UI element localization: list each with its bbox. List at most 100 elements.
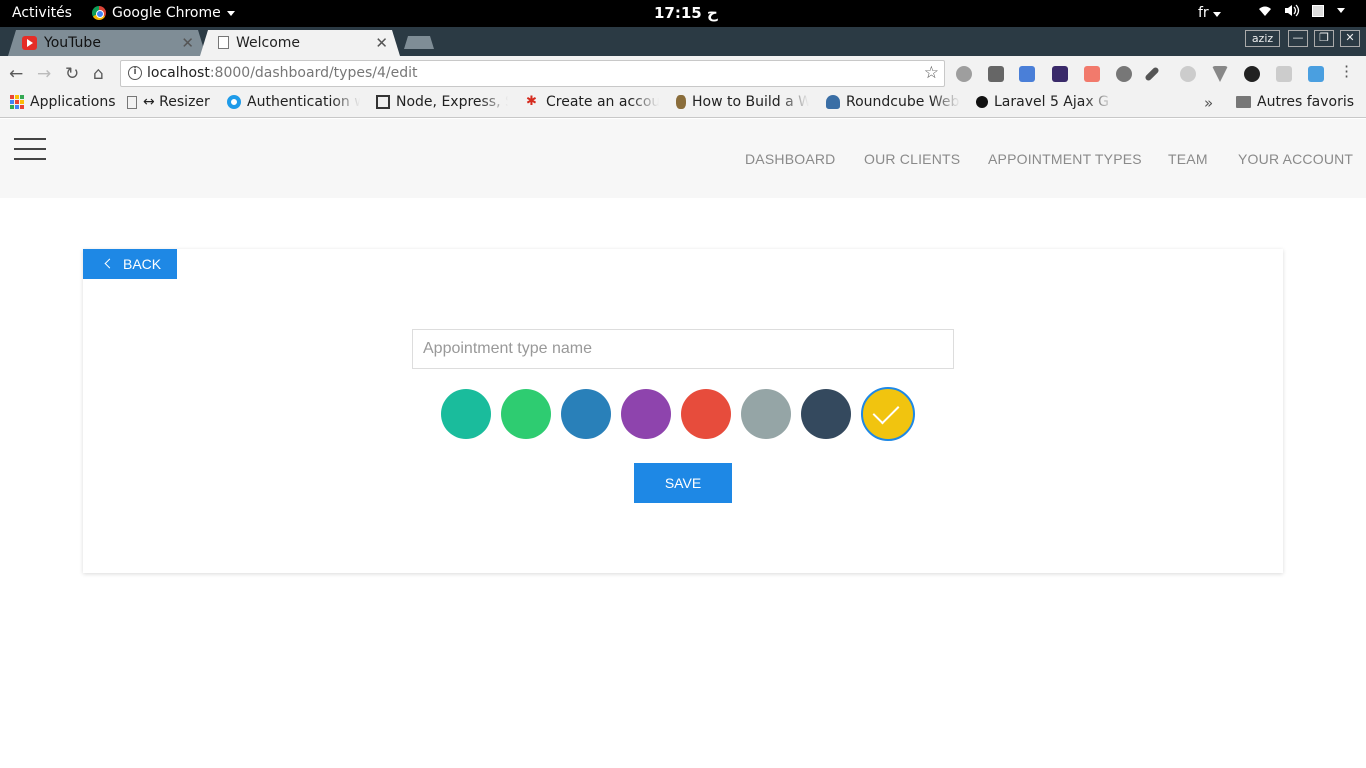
reload-icon[interactable]: ↻ — [65, 64, 79, 84]
recycle-icon[interactable] — [988, 66, 1004, 82]
activities-button[interactable]: Activités — [12, 5, 72, 21]
home-icon[interactable]: ⌂ — [93, 64, 104, 84]
page-icon — [218, 36, 229, 49]
chrome-menu-icon[interactable]: · · · — [1344, 59, 1349, 85]
folder-icon — [1236, 96, 1251, 108]
bookmark-roundcube[interactable]: Roundcube Webm — [826, 94, 960, 110]
url-path: :8000/dashboard/types/4/edit — [209, 65, 418, 81]
minimize-button[interactable]: — — [1288, 30, 1308, 47]
checkmark-icon — [872, 397, 900, 425]
adblock-icon[interactable] — [956, 66, 972, 82]
play-icon — [976, 96, 988, 108]
volume-icon — [1285, 4, 1300, 17]
color-swatch-yellow[interactable] — [861, 387, 915, 441]
bookmark-label: Applications — [30, 94, 116, 110]
color-swatch-blue[interactable] — [561, 389, 611, 439]
bookmark-star-icon[interactable]: ☆ — [924, 63, 939, 83]
tab-welcome[interactable]: Welcome ✕ — [200, 30, 400, 56]
nav-our-clients[interactable]: OUR CLIENTS — [864, 151, 960, 167]
url-host: localhost — [147, 65, 210, 81]
app-menu[interactable]: Google Chrome — [92, 5, 235, 21]
hamburger-menu-icon[interactable] — [14, 138, 46, 160]
color-swatch-gray[interactable] — [741, 389, 791, 439]
back-arrow-icon[interactable]: ← — [9, 64, 23, 84]
eyedropper-icon[interactable] — [1144, 66, 1160, 82]
chevron-down-icon — [226, 10, 235, 16]
system-menu[interactable] — [1258, 4, 1345, 17]
extension-icon[interactable] — [1276, 66, 1292, 82]
bookmark-laravel-ajax[interactable]: Laravel 5 Ajax G — [976, 94, 1114, 110]
node-icon — [376, 95, 390, 109]
color-swatch-turquoise[interactable] — [441, 389, 491, 439]
bookmark-how-to-build[interactable]: How to Build a W — [676, 94, 809, 110]
chrome-icon — [92, 6, 106, 20]
nav-your-account[interactable]: YOUR ACCOUNT — [1238, 151, 1353, 167]
wifi-icon — [1259, 6, 1271, 16]
close-window-button[interactable]: ✕ — [1340, 30, 1360, 47]
lemur-icon — [676, 95, 686, 109]
app-navbar: DASHBOARD OUR CLIENTS APPOINTMENT TYPES … — [0, 119, 1366, 198]
bookmark-label: Authentication wi — [247, 94, 360, 110]
bookmark-label: Autres favoris — [1257, 94, 1355, 110]
bookmark-label: ↔ Resizer — [143, 94, 210, 110]
extension-icon[interactable] — [1180, 66, 1196, 82]
color-swatch-purple[interactable] — [621, 389, 671, 439]
color-swatch-navy[interactable] — [801, 389, 851, 439]
extension-icon[interactable] — [1052, 66, 1068, 82]
back-button-label: BACK — [123, 256, 162, 272]
address-bar[interactable]: i localhost:8000/dashboard/types/4/edit … — [120, 60, 945, 87]
restore-button[interactable]: ❐ — [1314, 30, 1334, 47]
maple-leaf-icon: ✱ — [526, 94, 537, 109]
tab-strip: YouTube ✕ Welcome ✕ — [0, 27, 1366, 56]
bookmark-label: Create an accoun — [546, 94, 659, 110]
input-language[interactable]: fr — [1198, 5, 1222, 21]
bookmark-create-account[interactable]: ✱ Create an accoun — [526, 94, 659, 110]
save-button[interactable]: SAVE — [634, 463, 732, 503]
bookmark-label: Laravel 5 Ajax G — [994, 94, 1109, 110]
system-top-bar: Activités Google Chrome 17:15 ح fr — [0, 0, 1366, 27]
nav-dashboard[interactable]: DASHBOARD — [745, 151, 835, 167]
color-swatch-green[interactable] — [501, 389, 551, 439]
nav-team[interactable]: TEAM — [1168, 151, 1208, 167]
browser-toolbar: ← → ↻ ⌂ i localhost:8000/dashboard/types… — [0, 56, 1366, 91]
chevron-down-icon — [1337, 8, 1345, 13]
bookmark-resizer[interactable]: ↔ Resizer — [127, 94, 210, 110]
laravel-icon[interactable] — [1084, 66, 1100, 82]
bookmark-node-express[interactable]: Node, Express, S — [376, 94, 508, 110]
tab-youtube[interactable]: YouTube ✕ — [8, 30, 206, 56]
bookmark-other-folder[interactable]: Autres favoris — [1236, 94, 1354, 110]
bookmark-applications[interactable]: Applications — [10, 94, 116, 110]
new-tab-button[interactable] — [404, 36, 434, 49]
auth-icon — [227, 95, 241, 109]
close-icon[interactable]: ✕ — [375, 34, 388, 52]
back-button[interactable]: BACK — [83, 249, 177, 279]
app-menu-label: Google Chrome — [112, 5, 221, 21]
extension-icon[interactable] — [1244, 66, 1260, 82]
info-icon[interactable]: i — [128, 66, 142, 80]
page-content: DASHBOARD OUR CLIENTS APPOINTMENT TYPES … — [0, 119, 1366, 768]
chevron-left-icon — [104, 258, 115, 269]
translate-icon[interactable] — [1019, 66, 1035, 82]
tab-label: Welcome — [236, 35, 301, 51]
nav-appointment-types[interactable]: APPOINTMENT TYPES — [988, 151, 1142, 167]
bookmark-label: How to Build a W — [692, 94, 809, 110]
edit-appointment-type-card: BACK SAVE — [83, 249, 1283, 573]
more-bookmarks-icon[interactable]: » — [1204, 94, 1213, 112]
bookmark-authentication[interactable]: Authentication wi — [227, 94, 360, 110]
bookmarks-bar: Applications ↔ Resizer Authentication wi… — [0, 91, 1366, 118]
close-icon[interactable]: ✕ — [181, 34, 194, 52]
bookmark-label: Node, Express, S — [396, 94, 508, 110]
chevron-down-icon — [1213, 12, 1222, 17]
color-swatch-red[interactable] — [681, 389, 731, 439]
vue-icon[interactable] — [1212, 66, 1228, 82]
profile-button[interactable]: aziz — [1245, 30, 1280, 47]
battery-icon — [1312, 4, 1324, 17]
settings-gear-icon[interactable] — [1116, 66, 1132, 82]
appointment-type-name-input[interactable] — [412, 329, 954, 369]
tab-label: YouTube — [44, 35, 101, 51]
youtube-icon — [22, 36, 37, 50]
bookmark-label: Roundcube Webm — [846, 94, 960, 110]
clock[interactable]: 17:15 ح — [654, 4, 718, 22]
extension-icon[interactable] — [1308, 66, 1324, 82]
forward-arrow-icon[interactable]: → — [37, 64, 51, 84]
